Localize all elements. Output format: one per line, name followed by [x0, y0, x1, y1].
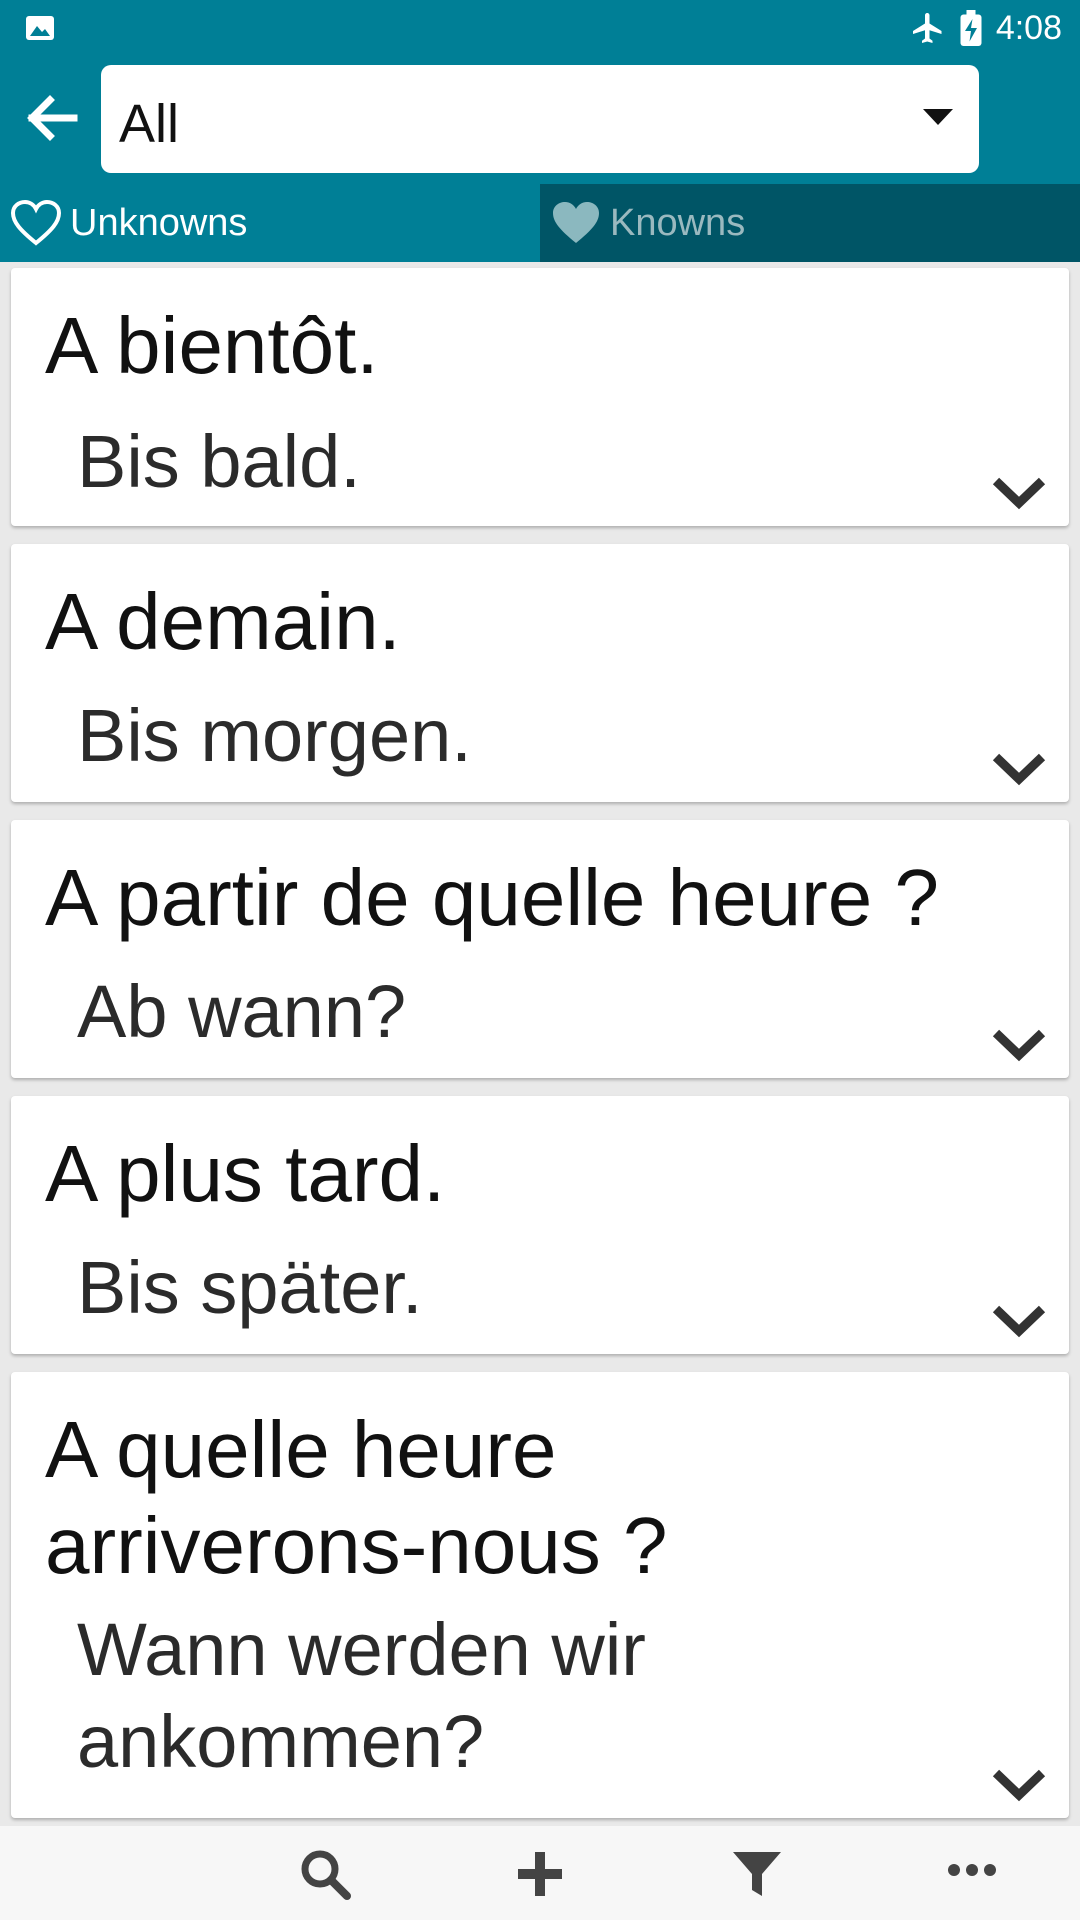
- phrase-french: A bientôt.: [45, 301, 379, 390]
- filter-icon[interactable]: [729, 1848, 785, 1900]
- phrase-card[interactable]: A partir de quelle heure ? Ab wann?: [11, 820, 1069, 1078]
- chevron-down-icon[interactable]: [991, 752, 1047, 786]
- category-dropdown[interactable]: All: [101, 65, 979, 173]
- chevron-down-icon[interactable]: [991, 476, 1047, 510]
- filter-tabs: Unknowns Knowns: [0, 184, 1080, 262]
- app-bar: All: [0, 56, 1080, 184]
- phrase-card[interactable]: A bientôt. Bis bald.: [11, 268, 1069, 526]
- status-bar: 4:08: [0, 0, 1080, 56]
- phrase-german: Bis später.: [77, 1246, 423, 1329]
- phrase-card[interactable]: A plus tard. Bis später.: [11, 1096, 1069, 1354]
- tab-knowns-label: Knowns: [610, 201, 746, 244]
- arrow-left-icon[interactable]: [20, 86, 84, 150]
- phrase-german: Bis bald.: [77, 420, 361, 503]
- add-icon[interactable]: [512, 1848, 568, 1900]
- search-icon[interactable]: [297, 1848, 353, 1900]
- battery-charging-icon: [960, 10, 982, 46]
- phrase-french-line2: arriverons-nous ?: [45, 1501, 668, 1590]
- status-time: 4:08: [995, 8, 1062, 47]
- phrase-german-line1: Wann werden wir: [77, 1608, 646, 1691]
- heart-filled-icon: [553, 202, 599, 243]
- phrase-french-line1: A quelle heure: [45, 1405, 557, 1494]
- heart-outline-icon: [10, 200, 62, 246]
- tab-unknowns[interactable]: Unknowns: [0, 184, 540, 262]
- chevron-down-icon[interactable]: [991, 1768, 1047, 1802]
- phrase-french: A plus tard.: [45, 1129, 446, 1218]
- phrase-french: A demain.: [45, 577, 401, 666]
- phrase-german-line2: ankommen?: [77, 1700, 485, 1783]
- more-icon[interactable]: [944, 1848, 1000, 1900]
- caret-down-icon: [923, 109, 953, 125]
- phrase-card[interactable]: A quelle heure arriverons-nous ? Wann we…: [11, 1372, 1069, 1818]
- phrase-card[interactable]: A demain. Bis morgen.: [11, 544, 1069, 802]
- phrase-german: Bis morgen.: [77, 694, 472, 777]
- dropdown-value: All: [119, 94, 180, 154]
- phrase-french: A partir de quelle heure ?: [45, 853, 939, 942]
- chevron-down-icon[interactable]: [991, 1028, 1047, 1062]
- tab-unknowns-label: Unknowns: [70, 201, 248, 244]
- chevron-down-icon[interactable]: [991, 1304, 1047, 1338]
- tab-knowns[interactable]: Knowns: [540, 184, 1080, 262]
- image-icon: [26, 16, 54, 40]
- airplane-mode-icon: [912, 13, 942, 43]
- bottom-action-bar: [0, 1826, 1080, 1920]
- phrase-german: Ab wann?: [77, 970, 407, 1053]
